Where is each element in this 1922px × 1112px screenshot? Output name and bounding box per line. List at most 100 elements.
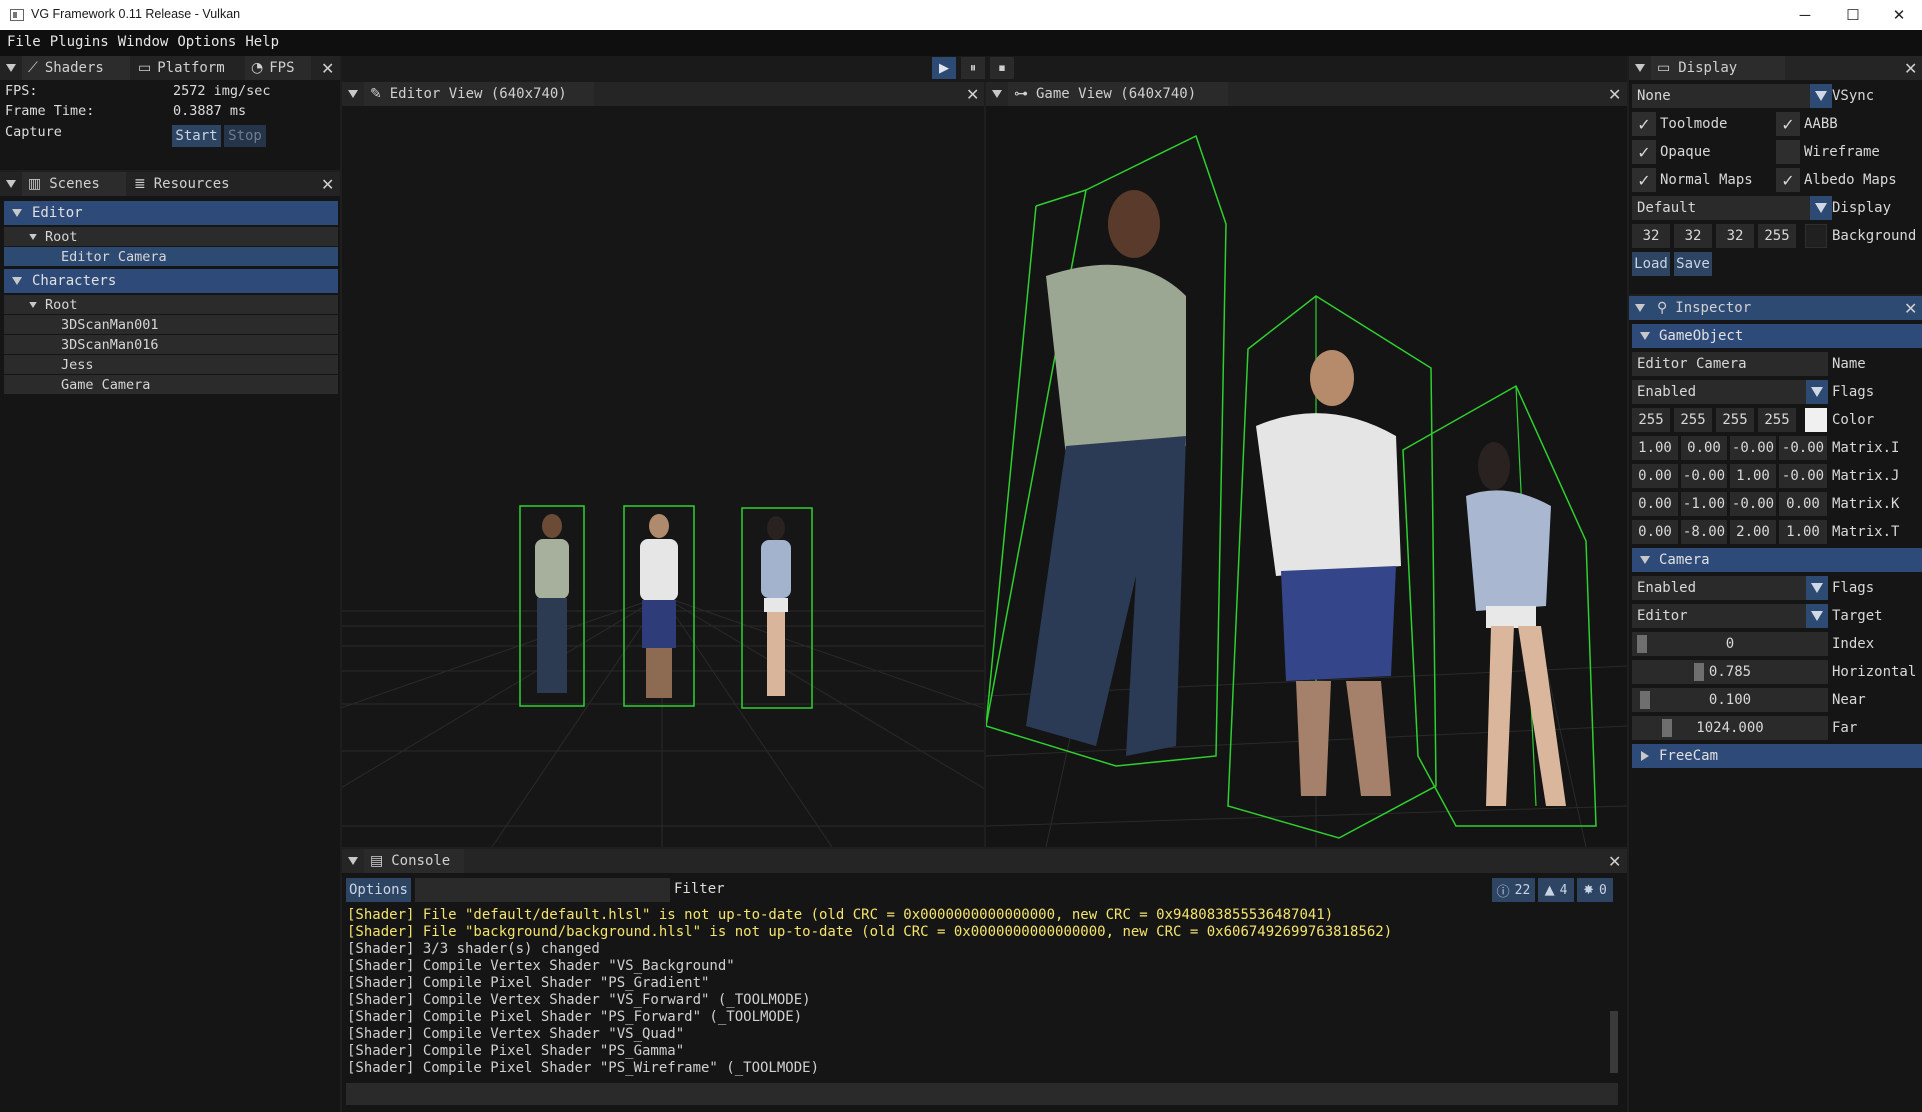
display-mode-select[interactable]: Default: [1632, 196, 1810, 220]
camera-flags-dropdown-arrow-icon[interactable]: [1806, 576, 1828, 600]
close-panel-icon[interactable]: ✕: [1608, 852, 1621, 871]
camera-flags-select[interactable]: Enabled: [1632, 576, 1806, 600]
panel-menu-toggle[interactable]: [1629, 296, 1651, 320]
tree-node-root[interactable]: Root: [4, 227, 338, 246]
tree-node-root[interactable]: Root: [4, 295, 338, 314]
vsync-dropdown-arrow-icon[interactable]: [1810, 84, 1832, 108]
menu-plugins[interactable]: Plugins: [50, 34, 109, 50]
close-panel-icon[interactable]: ✕: [1904, 299, 1917, 318]
tab-fps[interactable]: ◔ FPS: [245, 56, 311, 80]
gameobject-section-header[interactable]: GameObject: [1632, 324, 1922, 348]
matrix-j-1[interactable]: -0.00: [1681, 464, 1727, 488]
flags-dropdown-arrow-icon[interactable]: [1806, 380, 1828, 404]
matrix-t-0[interactable]: 0.00: [1632, 520, 1678, 544]
editor-viewport[interactable]: [342, 106, 984, 847]
matrix-t-3[interactable]: 1.00: [1779, 520, 1827, 544]
bg-a-field[interactable]: 255: [1758, 224, 1796, 248]
tree-item[interactable]: 3DScanMan016: [4, 335, 338, 354]
tab-display[interactable]: ▭ Display: [1651, 56, 1785, 80]
near-slider[interactable]: 0.100: [1632, 688, 1828, 712]
far-slider[interactable]: 1024.000: [1632, 716, 1828, 740]
camera-section-header[interactable]: Camera: [1632, 548, 1922, 572]
close-panel-icon[interactable]: ✕: [321, 59, 334, 78]
tree-item-editor-camera[interactable]: Editor Camera: [4, 247, 338, 266]
tab-scenes[interactable]: ▥ Scenes: [22, 172, 126, 196]
close-panel-icon[interactable]: ✕: [966, 85, 979, 104]
maximize-button[interactable]: ☐: [1830, 0, 1876, 30]
capture-start-button[interactable]: Start: [172, 125, 221, 147]
pause-button[interactable]: ⏸: [961, 57, 985, 79]
bg-r-field[interactable]: 32: [1632, 224, 1670, 248]
menu-file[interactable]: File: [7, 34, 41, 50]
target-select[interactable]: Editor: [1632, 604, 1806, 628]
warning-count-button[interactable]: ▲ 4: [1538, 878, 1574, 902]
matrix-i-2[interactable]: -0.00: [1730, 436, 1776, 460]
panel-menu-toggle[interactable]: [0, 172, 22, 196]
matrix-j-2[interactable]: 1.00: [1730, 464, 1776, 488]
slider-grab[interactable]: [1694, 663, 1704, 681]
play-button[interactable]: ▶: [932, 57, 956, 79]
slider-grab[interactable]: [1637, 635, 1647, 653]
close-panel-icon[interactable]: ✕: [321, 175, 334, 194]
slider-grab[interactable]: [1662, 719, 1672, 737]
wireframe-checkbox[interactable]: [1776, 140, 1800, 164]
panel-menu-toggle[interactable]: [1629, 56, 1651, 80]
freecam-section-header[interactable]: FreeCam: [1632, 744, 1922, 768]
panel-menu-toggle[interactable]: [986, 82, 1008, 106]
matrix-t-1[interactable]: -8.00: [1681, 520, 1727, 544]
console-command-input[interactable]: [346, 1083, 1618, 1105]
error-count-button[interactable]: ✸ 0: [1577, 878, 1613, 902]
color-swatch[interactable]: [1805, 408, 1827, 432]
index-slider[interactable]: 0: [1632, 632, 1828, 656]
menu-window[interactable]: Window: [118, 34, 169, 50]
color-r-field[interactable]: 255: [1632, 408, 1670, 432]
normal-maps-checkbox[interactable]: ✓: [1632, 168, 1656, 192]
console-scrollbar[interactable]: [1610, 1011, 1618, 1073]
matrix-k-0[interactable]: 0.00: [1632, 492, 1678, 516]
matrix-k-3[interactable]: 0.00: [1779, 492, 1827, 516]
slider-grab[interactable]: [1640, 691, 1650, 709]
tab-shaders[interactable]: ⟋ Shaders: [22, 56, 130, 80]
panel-menu-toggle[interactable]: [0, 56, 22, 80]
tab-editor-view[interactable]: ✎ Editor View (640x740): [364, 82, 594, 106]
menu-help[interactable]: Help: [245, 34, 279, 50]
bg-b-field[interactable]: 32: [1716, 224, 1754, 248]
tab-inspector[interactable]: ⚲ Inspector: [1651, 296, 1801, 320]
display-dropdown-arrow-icon[interactable]: [1810, 196, 1832, 220]
opaque-checkbox[interactable]: ✓: [1632, 140, 1656, 164]
matrix-k-2[interactable]: -0.00: [1730, 492, 1776, 516]
tab-platform[interactable]: ▭ Platform: [132, 56, 244, 80]
matrix-j-0[interactable]: 0.00: [1632, 464, 1678, 488]
close-panel-icon[interactable]: ✕: [1608, 85, 1621, 104]
horizontal-slider[interactable]: 0.785: [1632, 660, 1828, 684]
close-window-button[interactable]: ✕: [1876, 0, 1922, 30]
load-button[interactable]: Load: [1632, 252, 1670, 276]
flags-select[interactable]: Enabled: [1632, 380, 1806, 404]
aabb-checkbox[interactable]: ✓: [1776, 112, 1800, 136]
tab-game-view[interactable]: ⊶ Game View (640x740): [1008, 82, 1228, 106]
save-button[interactable]: Save: [1674, 252, 1712, 276]
scene-header-characters[interactable]: Characters: [4, 269, 338, 293]
color-b-field[interactable]: 255: [1716, 408, 1754, 432]
panel-menu-toggle[interactable]: [342, 849, 364, 873]
panel-menu-toggle[interactable]: [342, 82, 364, 106]
matrix-i-1[interactable]: 0.00: [1681, 436, 1727, 460]
name-input[interactable]: Editor Camera: [1632, 352, 1828, 376]
toolmode-checkbox[interactable]: ✓: [1632, 112, 1656, 136]
minimize-button[interactable]: ─: [1782, 0, 1828, 30]
matrix-i-0[interactable]: 1.00: [1632, 436, 1678, 460]
tab-console[interactable]: ▤ Console: [364, 849, 464, 873]
close-panel-icon[interactable]: ✕: [1904, 59, 1917, 78]
stop-button[interactable]: ⏹: [990, 57, 1014, 79]
matrix-i-3[interactable]: -0.00: [1779, 436, 1827, 460]
menu-options[interactable]: Options: [177, 34, 236, 50]
tree-item[interactable]: Jess: [4, 355, 338, 374]
capture-stop-button[interactable]: Stop: [224, 125, 266, 147]
vsync-select[interactable]: None: [1632, 84, 1810, 108]
background-color-swatch[interactable]: [1805, 224, 1827, 248]
albedo-maps-checkbox[interactable]: ✓: [1776, 168, 1800, 192]
scene-header-editor[interactable]: Editor: [4, 201, 338, 225]
matrix-t-2[interactable]: 2.00: [1730, 520, 1776, 544]
console-filter-input[interactable]: [415, 878, 670, 902]
game-viewport[interactable]: [986, 106, 1627, 847]
